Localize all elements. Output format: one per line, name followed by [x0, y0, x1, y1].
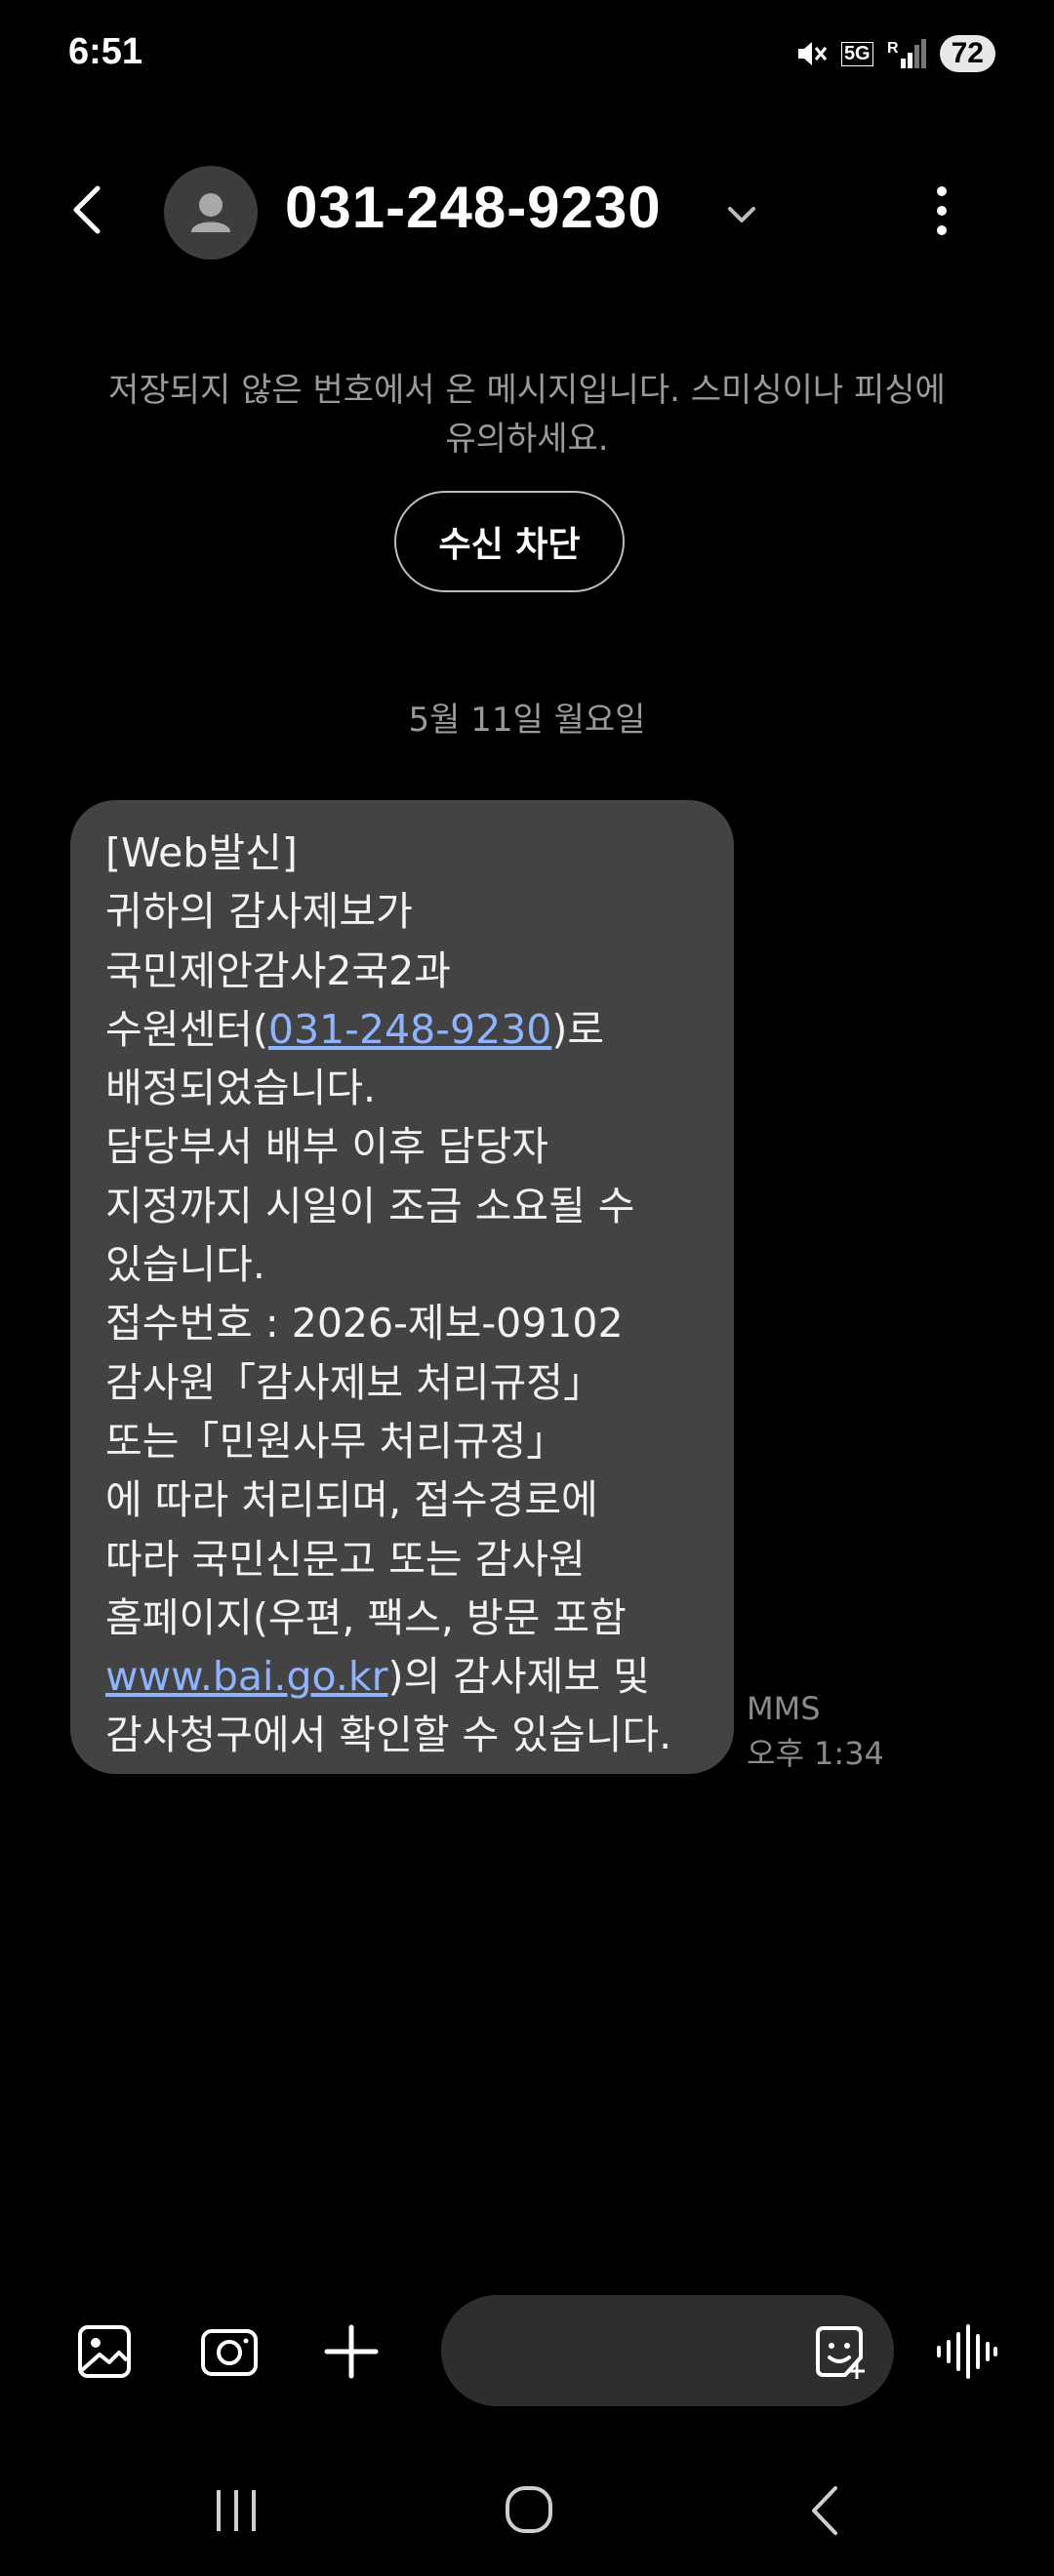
message-line: 지정까지 시일이 조금 소요될 수	[105, 1182, 635, 1229]
website-link[interactable]: www.bai.go.kr	[105, 1653, 387, 1700]
date-separator: 5월 11일 월요일	[408, 701, 646, 740]
svg-text:R: R	[887, 40, 899, 57]
message-text: )로	[551, 1005, 605, 1053]
message-line: 담당부서 배부 이후 담당자	[105, 1123, 549, 1171]
gallery-icon[interactable]	[70, 2317, 139, 2386]
message-line: [Web발신]	[105, 829, 298, 876]
home-icon[interactable]	[490, 2476, 568, 2545]
status-icons: 5G R 72	[794, 29, 995, 78]
chevron-down-icon[interactable]	[722, 195, 761, 234]
add-icon[interactable]	[317, 2317, 385, 2386]
message-line: 배정되었습니다.	[105, 1065, 377, 1112]
message-line: 접수번호 : 2026-제보-09102	[105, 1300, 624, 1348]
avatar[interactable]	[164, 166, 258, 260]
message-line: 또는「민원사무 처리규정」	[105, 1417, 567, 1465]
message-line: 에 따라 처리되며, 접수경로에	[105, 1476, 598, 1524]
block-button[interactable]: 수신 차단	[394, 491, 625, 592]
message-line: 따라 국민신문고 또는 감사원	[105, 1535, 586, 1583]
message-line: 홈페이지(우편, 팩스, 방문 포함	[105, 1593, 627, 1641]
message-meta: MMS 오후 1:34	[747, 1686, 884, 1776]
message-type: MMS	[747, 1690, 821, 1727]
person-icon	[191, 193, 230, 232]
status-time: 6:51	[68, 31, 143, 72]
message-line: 있습니다.	[105, 1241, 265, 1289]
message-line: 국민제안감사2국2과	[105, 946, 451, 994]
signal-icon: R	[887, 39, 926, 68]
message-bubble[interactable]: [Web발신] 귀하의 감사제보가 국민제안감사2국2과 수원센터(031-24…	[70, 800, 734, 1774]
unsaved-number-warning: 저장되지 않은 번호에서 온 메시지입니다. 스미싱이나 피싱에 유의하세요.	[108, 371, 946, 459]
phone-link[interactable]: 031-248-9230	[268, 1006, 551, 1053]
message-text: 수원센터(	[105, 1005, 268, 1053]
camera-icon[interactable]	[195, 2317, 264, 2386]
message-line: 감사원「감사제보 처리규정」	[105, 1358, 603, 1406]
sticker-icon[interactable]	[808, 2320, 871, 2383]
voice-icon[interactable]	[933, 2320, 1001, 2383]
more-options-icon[interactable]	[917, 176, 966, 254]
back-button[interactable]	[59, 171, 117, 249]
contact-number[interactable]: 031-248-9230	[285, 174, 662, 241]
mute-icon	[797, 42, 828, 65]
message-line: 수원센터(031-248-9230)로	[105, 1000, 714, 1059]
recents-icon[interactable]	[197, 2476, 275, 2545]
battery-indicator: 72	[939, 35, 995, 72]
message-line: 감사청구에서 확인할 수 있습니다.	[105, 1711, 672, 1759]
network-type-icon: 5G	[840, 41, 873, 66]
back-nav-icon[interactable]	[787, 2476, 865, 2545]
message-line: www.bai.go.kr)의 감사제보 및	[105, 1647, 714, 1706]
message-time: 오후 1:34	[747, 1735, 884, 1772]
message-line: 귀하의 감사제보가	[105, 888, 413, 936]
message-text: )의 감사제보 및	[387, 1653, 650, 1701]
